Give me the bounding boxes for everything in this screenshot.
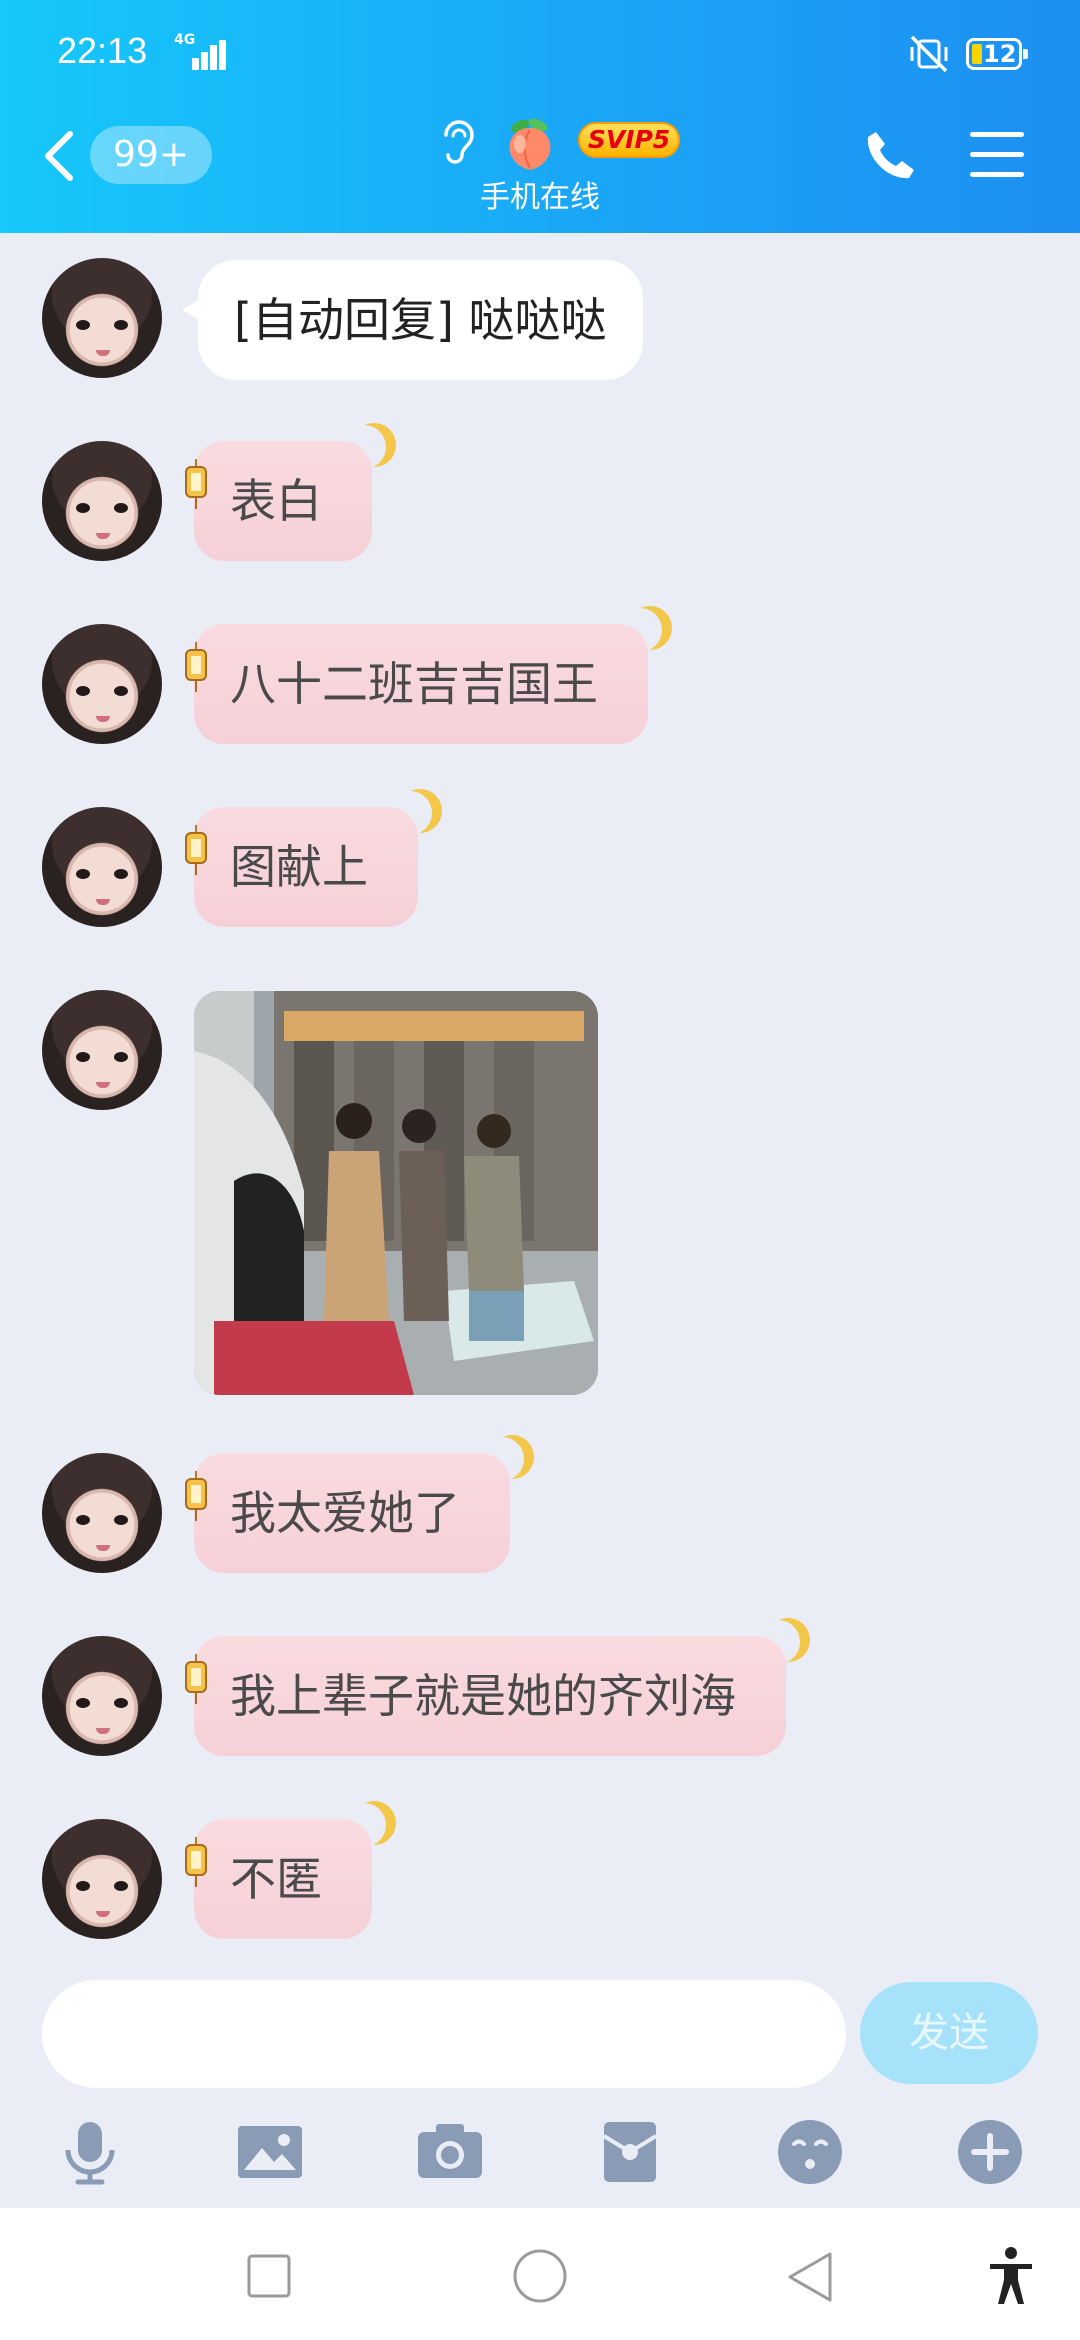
lantern-icon (185, 1654, 207, 1704)
avatar[interactable] (42, 624, 162, 744)
message-bubble[interactable]: 我上辈子就是她的齐刘海 (185, 1636, 786, 1756)
message-text: 图献上 (230, 840, 368, 894)
message-text: 我上辈子就是她的齐刘海 (230, 1669, 736, 1723)
image-icon[interactable] (234, 2116, 306, 2188)
camera-icon[interactable] (414, 2116, 486, 2188)
image-message-photo[interactable] (194, 991, 598, 1395)
message-bubble[interactable]: 不匿 (185, 1819, 372, 1939)
message-text: 不匿 (230, 1852, 322, 1906)
avatar[interactable] (42, 258, 162, 378)
message-bubble[interactable]: 八十二班吉吉国王 (185, 624, 648, 744)
avatar[interactable] (42, 1453, 162, 1573)
lantern-icon (185, 1837, 207, 1887)
system-nav-bar (0, 2208, 1080, 2340)
recent-apps-icon[interactable] (246, 2253, 292, 2299)
message-list[interactable]: [自动回复] 哒哒哒 表白 八十二班吉吉国王 图献上 我太爱她了 我上辈子就是她… (0, 233, 1080, 1973)
accessibility-icon[interactable] (986, 2246, 1036, 2306)
message-bubble[interactable]: [自动回复] 哒哒哒 (182, 260, 643, 380)
lantern-icon (185, 642, 207, 692)
ear-icon[interactable] (436, 115, 476, 167)
home-icon[interactable] (512, 2248, 568, 2304)
peach-icon (509, 118, 551, 170)
message-text: 我太爱她了 (230, 1486, 460, 1540)
status-bar: 22:13 4G 12 (0, 0, 1080, 105)
message-input[interactable] (42, 1980, 846, 2088)
message-bubble[interactable]: 我太爱她了 (185, 1453, 510, 1573)
moon-icon (750, 1614, 806, 1670)
network-type: 4G (174, 32, 196, 48)
chat-header: 22:13 4G 12 99+ SVIP5 手机在线 (0, 0, 1080, 233)
moon-icon (382, 785, 438, 841)
avatar[interactable] (42, 441, 162, 561)
lantern-icon (185, 825, 207, 875)
vibrate-mute-icon (910, 35, 948, 73)
moon-icon (612, 602, 668, 658)
message-text: 表白 (230, 474, 322, 528)
mic-icon[interactable] (54, 2116, 126, 2188)
status-time: 22:13 (57, 30, 148, 71)
plus-icon[interactable] (954, 2116, 1026, 2188)
avatar[interactable] (42, 990, 162, 1110)
moon-icon (474, 1431, 530, 1487)
lantern-icon (185, 1471, 207, 1521)
phone-icon[interactable] (862, 128, 918, 184)
message-text: 八十二班吉吉国王 (230, 657, 598, 711)
moon-icon (336, 419, 392, 475)
send-button[interactable]: 发送 (860, 1982, 1038, 2084)
message-bubble[interactable]: 表白 (185, 441, 372, 561)
message-bubble[interactable]: 图献上 (185, 807, 418, 927)
emoji-icon[interactable] (774, 2116, 846, 2188)
battery-level: 12 (983, 40, 1017, 68)
avatar[interactable] (42, 1636, 162, 1756)
signal-icon: 4G (172, 32, 226, 70)
svip-badge: SVIP5 (578, 122, 680, 158)
input-toolbar (0, 2100, 1080, 2205)
avatar[interactable] (42, 1819, 162, 1939)
back-icon[interactable] (784, 2250, 836, 2304)
moon-icon (336, 1797, 392, 1853)
lantern-icon (185, 459, 207, 509)
menu-icon[interactable] (970, 130, 1024, 180)
avatar[interactable] (42, 807, 162, 927)
red-packet-icon[interactable] (594, 2116, 666, 2188)
battery-icon: 12 (966, 38, 1028, 70)
online-status: 手机在线 (480, 180, 600, 215)
